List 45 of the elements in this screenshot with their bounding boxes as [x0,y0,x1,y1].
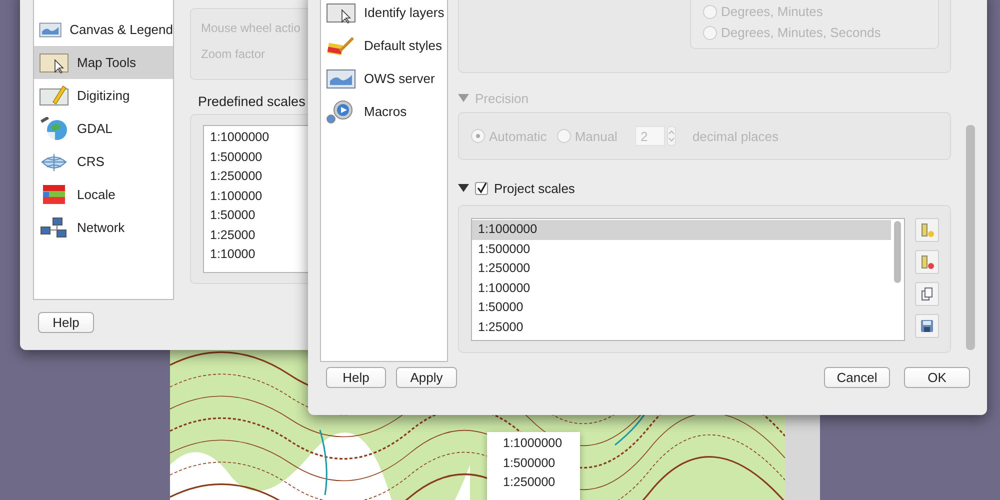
sidebar-item[interactable]: GDAL [34,112,173,145]
apply-button[interactable]: Apply [396,367,457,388]
map-cursor-icon [39,50,69,74]
sidebar-item[interactable]: Digitizing [34,79,173,112]
add-list-icon [919,222,935,238]
map-icon [326,66,356,90]
sidebar-item[interactable]: Map Tools [34,46,173,79]
section-title: Predefined scales [198,94,306,109]
sidebar-item[interactable]: Macros [321,95,447,128]
sidebar-item[interactable]: Identify layers [321,0,447,29]
list-item[interactable]: 1:25000 [472,318,891,337]
list-item[interactable]: 1:100000 [472,278,891,298]
list-item[interactable]: 1:250000 [472,259,891,278]
save-button[interactable] [915,314,939,338]
sidebar-item[interactable]: OWS server [321,62,447,95]
network-icon [39,216,69,240]
ok-button[interactable]: OK [904,367,970,388]
scrollbar[interactable] [966,125,975,350]
list-item[interactable]: 1:1000000 [472,220,891,240]
sidebar-item[interactable]: Canvas & Legend [34,13,173,46]
cancel-button[interactable]: Cancel [824,367,890,388]
map-pencil-icon [39,84,69,108]
sidebar-item[interactable]: Locale [34,178,173,211]
section-title: Project scales [494,180,575,196]
section-title: Precision [475,90,528,106]
remove-scale-button[interactable] [915,250,939,274]
help-button[interactable]: Help [38,312,94,333]
dropdown-option[interactable]: 1:250000 [487,473,580,492]
globe-icon [39,116,69,140]
list-item[interactable]: 1:50000 [472,298,891,318]
import-button[interactable] [915,282,939,306]
add-scale-button[interactable] [915,218,939,242]
sidebar-item[interactable]: CRS [34,145,173,178]
list-item[interactable]: 1:500000 [472,240,891,259]
checkbox[interactable] [475,182,488,194]
spin-arrows-icon[interactable] [667,126,676,146]
dropdown-option[interactable]: 1:500000 [487,454,580,473]
copy-icon [919,286,935,302]
help-button[interactable]: Help [326,367,386,388]
collapse-triangle-icon[interactable] [458,184,469,192]
sidebar-item[interactable]: Network [34,211,173,244]
save-icon [919,318,935,334]
dropdown-option[interactable]: 1:1000000 [487,434,580,454]
sidebar-item[interactable]: Default styles [321,29,447,62]
remove-list-icon [919,254,935,270]
